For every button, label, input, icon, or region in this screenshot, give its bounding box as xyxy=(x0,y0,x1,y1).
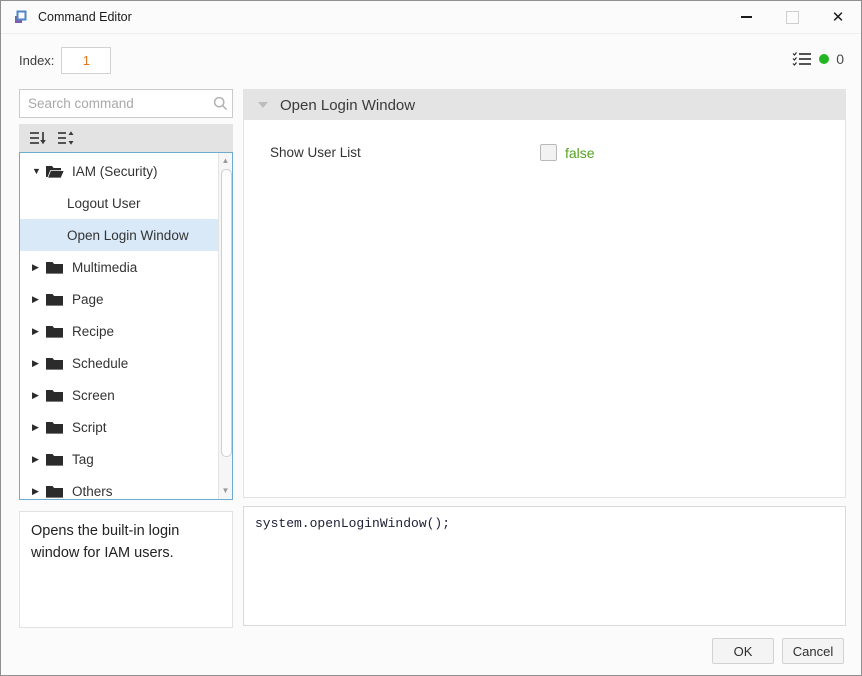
property-row: Show User List false xyxy=(244,144,845,161)
close-icon: ✕ xyxy=(832,8,845,26)
window-title: Command Editor xyxy=(38,10,132,24)
multi-expand-icon[interactable] xyxy=(57,129,75,147)
command-description: Opens the built-in login window for IAM … xyxy=(19,511,233,628)
property-panel-title: Open Login Window xyxy=(280,97,415,114)
property-panel: Open Login Window Show User List false xyxy=(243,89,846,498)
tree-item-screen[interactable]: ▶ Screen xyxy=(20,379,219,411)
sidebar: ▼ IAM (Security) Logout User Open Login Win… xyxy=(19,89,233,628)
tree-item-script[interactable]: ▶ Script xyxy=(20,411,219,443)
code-preview: system.openLoginWindow(); xyxy=(243,506,846,626)
search-box xyxy=(19,89,233,118)
tree-item-label: Tag xyxy=(72,452,94,467)
footer: OK Cancel xyxy=(1,627,861,675)
minimize-icon xyxy=(741,16,752,17)
folder-closed-icon xyxy=(45,388,64,403)
minimize-button[interactable] xyxy=(723,1,769,33)
tree-scrollbar[interactable]: ▲ ▼ xyxy=(218,153,232,499)
search-icon xyxy=(213,96,228,111)
tree-expander-icon[interactable]: ▶ xyxy=(32,326,45,337)
folder-open-icon xyxy=(45,164,64,179)
search-input[interactable] xyxy=(20,90,213,117)
collapse-arrow-icon xyxy=(258,102,268,108)
editor-panel: Open Login Window Show User List false sy… xyxy=(243,89,846,626)
tree-item-label: Others xyxy=(72,484,113,499)
tree-item-others[interactable]: ▶ Others xyxy=(20,475,219,500)
scroll-up-icon[interactable]: ▲ xyxy=(219,154,232,168)
folder-closed-icon xyxy=(45,420,64,435)
tree-item-label: IAM (Security) xyxy=(72,164,158,179)
tree-expander-icon[interactable]: ▶ xyxy=(32,358,45,369)
app-icon xyxy=(12,9,29,26)
tree-item-iam-security[interactable]: ▼ IAM (Security) xyxy=(20,155,219,187)
index-row: Index: xyxy=(19,47,111,74)
tree-item-label: Recipe xyxy=(72,324,114,339)
folder-closed-icon xyxy=(45,292,64,307)
tree-expander-icon[interactable]: ▶ xyxy=(32,390,45,401)
tree-item-open-login-window[interactable]: Open Login Window xyxy=(20,219,219,251)
titlebar: Command Editor ✕ xyxy=(1,1,861,34)
tree-item-label: Schedule xyxy=(72,356,128,371)
scroll-thumb[interactable] xyxy=(221,169,232,457)
tree-item-multimedia[interactable]: ▶ Multimedia xyxy=(20,251,219,283)
tree-item-recipe[interactable]: ▶ Recipe xyxy=(20,315,219,347)
folder-closed-icon xyxy=(45,260,64,275)
tree-item-tag[interactable]: ▶ Tag xyxy=(20,443,219,475)
window-controls: ✕ xyxy=(723,1,861,33)
status-count: 0 xyxy=(836,51,844,67)
tree-item-page[interactable]: ▶ Page xyxy=(20,283,219,315)
tree-toolbar xyxy=(19,124,233,152)
folder-closed-icon xyxy=(45,356,64,371)
maximize-icon xyxy=(786,11,799,24)
tree-expander-icon[interactable]: ▶ xyxy=(32,422,45,433)
property-value: false xyxy=(565,145,595,161)
folder-closed-icon xyxy=(45,452,64,467)
tree-item-label: Script xyxy=(72,420,107,435)
tree-item-schedule[interactable]: ▶ Schedule xyxy=(20,347,219,379)
property-checkbox[interactable] xyxy=(540,144,557,161)
tree-item-label: Open Login Window xyxy=(67,228,189,243)
tree-item-label: Logout User xyxy=(67,196,141,211)
expand-all-icon[interactable] xyxy=(29,129,47,147)
tree-expander-icon[interactable]: ▶ xyxy=(32,294,45,305)
tree-expander-icon[interactable]: ▶ xyxy=(32,262,45,273)
cancel-button[interactable]: Cancel xyxy=(782,638,844,664)
tree-item-label: Multimedia xyxy=(72,260,137,275)
index-input[interactable] xyxy=(61,47,111,74)
tree-expander-icon[interactable]: ▶ xyxy=(32,486,45,497)
close-button[interactable]: ✕ xyxy=(815,1,861,33)
status-area: 0 xyxy=(792,51,844,67)
tree-expander-icon[interactable]: ▼ xyxy=(32,166,45,176)
property-label: Show User List xyxy=(270,145,540,160)
checklist-icon[interactable] xyxy=(792,51,812,67)
tree-item-label: Page xyxy=(72,292,104,307)
ok-button[interactable]: OK xyxy=(712,638,774,664)
command-tree: ▼ IAM (Security) Logout User Open Login Win… xyxy=(19,152,233,500)
folder-closed-icon xyxy=(45,324,64,339)
maximize-button[interactable] xyxy=(769,1,815,33)
property-panel-header[interactable]: Open Login Window xyxy=(244,90,845,120)
tree-item-label: Screen xyxy=(72,388,115,403)
folder-closed-icon xyxy=(45,484,64,499)
command-editor-window: Command Editor ✕ Index: 0 xyxy=(0,0,862,676)
index-label: Index: xyxy=(19,53,54,68)
status-dot-icon xyxy=(819,54,829,64)
tree-item-logout-user[interactable]: Logout User xyxy=(20,187,219,219)
tree-expander-icon[interactable]: ▶ xyxy=(32,454,45,465)
scroll-down-icon[interactable]: ▼ xyxy=(219,484,232,498)
